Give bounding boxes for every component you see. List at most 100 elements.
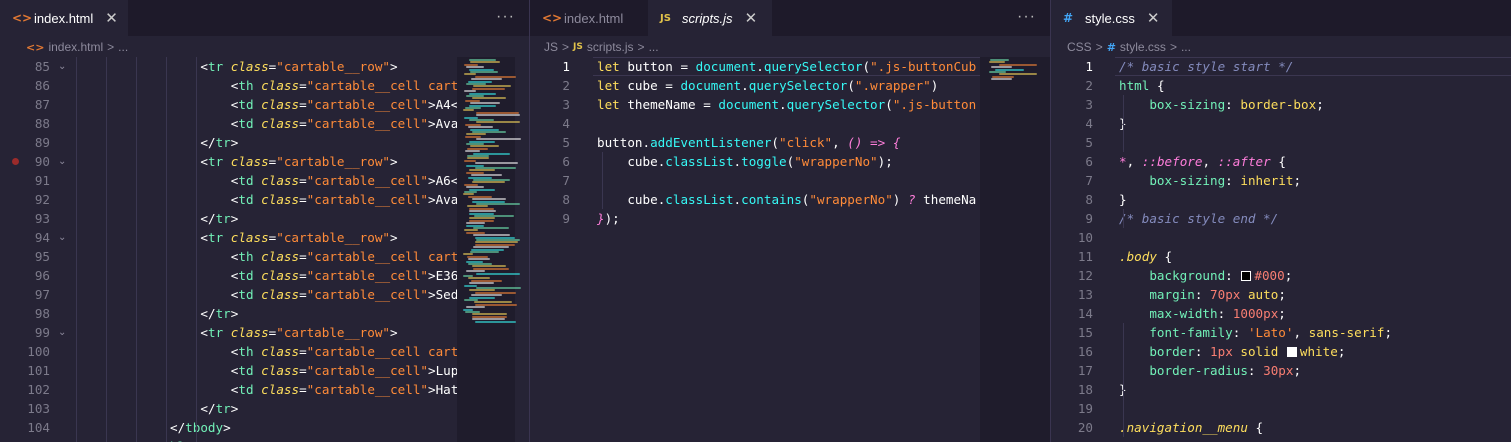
indent-guide (602, 152, 603, 209)
code-line[interactable]: 95 <th class="cartable__cell cart (0, 247, 529, 266)
code-line[interactable]: 7 box-sizing: inherit; (1051, 171, 1511, 190)
line-number: 8 (1085, 192, 1093, 207)
code-line[interactable]: 105 </table> (0, 437, 529, 442)
line-number: 101 (27, 363, 50, 378)
line-number: 9 (1085, 211, 1093, 226)
code-line[interactable]: 93 </tr> (0, 209, 529, 228)
code-line[interactable]: 100 <th class="cartable__cell cart (0, 342, 529, 361)
close-icon[interactable]: ✕ (745, 9, 758, 27)
minimap[interactable] (980, 57, 1050, 442)
code-line[interactable]: 1 /* basic style start */ (1051, 57, 1511, 76)
tab-index-html[interactable]: <> index.html (530, 0, 648, 36)
fold-chevron-icon[interactable]: ⌄ (58, 57, 68, 76)
line-number: 96 (34, 268, 50, 283)
code-line[interactable]: 20 .navigation__menu { (1051, 418, 1511, 437)
tab-label: index.html (564, 10, 624, 26)
code-line[interactable]: 87 <td class="cartable__cell">A4< (0, 95, 529, 114)
code-text: max-width: 1000px; (1149, 306, 1286, 321)
code-line[interactable]: 3 let themeName = document.querySelector(… (530, 95, 1050, 114)
code-line[interactable]: 101 <td class="cartable__cell">Lup (0, 361, 529, 380)
line-number: 97 (34, 287, 50, 302)
fold-chevron-icon[interactable]: ⌄ (58, 323, 68, 342)
line-number: 5 (562, 135, 570, 150)
code-line[interactable]: 90 ⌄ <tr class="cartable__row"> (0, 152, 529, 171)
code-line[interactable]: 1 let button = document.querySelector(".j… (530, 57, 1050, 76)
code-line[interactable]: 8 cube.classList.contains("wrapperNo") ?… (530, 190, 1050, 209)
code-line[interactable]: 9 /* basic style end */ (1051, 209, 1511, 228)
code-line[interactable]: 6 *, ::before, ::after { (1051, 152, 1511, 171)
breadcrumb-more[interactable]: ... (1181, 40, 1191, 54)
code-text: <td class="cartable__cell">A4< (230, 97, 459, 112)
js-icon: JS (660, 12, 671, 24)
code-line[interactable]: 17 border-radius: 30px; (1051, 361, 1511, 380)
code-line[interactable]: 19 (1051, 399, 1511, 418)
breadcrumb-separator: > (1095, 40, 1103, 54)
breadcrumb-more[interactable]: ... (649, 40, 659, 54)
minimap-line (472, 87, 505, 90)
line-number: 8 (562, 192, 570, 207)
line-number: 94 (34, 230, 50, 245)
tab-index-html[interactable]: <> index.html ✕ (0, 0, 128, 36)
tab-bar: # style.css ✕ (1051, 0, 1511, 36)
tab-scripts-js[interactable]: JS scripts.js ✕ (648, 0, 772, 36)
code-line[interactable]: 16 border: 1px solid white; (1051, 342, 1511, 361)
fold-chevron-icon[interactable]: ⌄ (58, 228, 68, 247)
breadcrumb-more[interactable]: ... (118, 40, 128, 54)
code-line[interactable]: 4 (530, 114, 1050, 133)
code-line[interactable]: 5 (1051, 133, 1511, 152)
line-number: 19 (1077, 401, 1093, 416)
code-line[interactable]: 102 <td class="cartable__cell">Hat (0, 380, 529, 399)
code-editor[interactable]: 85 ⌄ <tr class="cartable__row"> 86 <th class… (0, 57, 529, 442)
code-line[interactable]: 97 <td class="cartable__cell">Sed (0, 285, 529, 304)
code-line[interactable]: 88 <td class="cartable__cell">Ava (0, 114, 529, 133)
minimap[interactable] (457, 57, 521, 442)
code-line[interactable]: 104 </tbody> (0, 418, 529, 437)
code-line[interactable]: 96 <td class="cartable__cell">E36 (0, 266, 529, 285)
code-line[interactable]: 92 <td class="cartable__cell">Ava (0, 190, 529, 209)
code-editor[interactable]: 1 /* basic style start */ 2 html {3 box-siz… (1051, 57, 1511, 442)
line-number: 104 (27, 420, 50, 435)
code-line[interactable]: 89 </tr> (0, 133, 529, 152)
line-number: 87 (34, 97, 50, 112)
code-line[interactable]: 103 </tr> (0, 399, 529, 418)
code-line[interactable]: 10 (1051, 228, 1511, 247)
code-line[interactable]: 3 box-sizing: border-box; (1051, 95, 1511, 114)
tab-style-css[interactable]: # style.css ✕ (1051, 0, 1172, 36)
code-line[interactable]: 18} (1051, 380, 1511, 399)
close-icon[interactable]: ✕ (105, 9, 118, 27)
code-editor[interactable]: 1 let button = document.querySelector(".j… (530, 57, 1050, 442)
code-line[interactable]: 86 <th class="cartable__cell cart (0, 76, 529, 95)
code-line[interactable]: 5 button.addEventListener("click", () => … (530, 133, 1050, 152)
code-line[interactable]: 13 margin: 70px auto; (1051, 285, 1511, 304)
code-text: *, ::before, ::after { (1119, 154, 1286, 169)
code-line[interactable]: 4} (1051, 114, 1511, 133)
code-line[interactable]: 85 ⌄ <tr class="cartable__row"> (0, 57, 529, 76)
code-line[interactable]: 99 ⌄ <tr class="cartable__row"> (0, 323, 529, 342)
code-line[interactable]: 11 .body { (1051, 247, 1511, 266)
code-line[interactable]: 2 let cube = document.querySelector(".wra… (530, 76, 1050, 95)
code-line[interactable]: 2 html { (1051, 76, 1511, 95)
code-line[interactable]: 91 <td class="cartable__cell">A6< (0, 171, 529, 190)
code-line[interactable]: 12 background: #000; (1051, 266, 1511, 285)
minimap-line (463, 109, 474, 112)
breadcrumb-language[interactable]: CSS (1067, 40, 1092, 54)
code-line[interactable]: 15 font-family: 'Lato', sans-serif; (1051, 323, 1511, 342)
code-line[interactable]: 94 ⌄ <tr class="cartable__row"> (0, 228, 529, 247)
code-line[interactable]: 7 (530, 171, 1050, 190)
breadcrumb-language[interactable]: JS (544, 40, 558, 54)
breadcrumb-file[interactable]: index.html (48, 40, 103, 54)
more-actions-icon[interactable]: ··· (496, 8, 515, 26)
indent-guide (1123, 323, 1124, 437)
more-actions-icon[interactable]: ··· (1017, 8, 1036, 26)
code-line[interactable]: 9}); (530, 209, 1050, 228)
line-number: 15 (1077, 325, 1093, 340)
code-line[interactable]: 14 max-width: 1000px; (1051, 304, 1511, 323)
fold-chevron-icon[interactable]: ⌄ (58, 152, 68, 171)
breadcrumb-file[interactable]: style.css (1120, 40, 1166, 54)
breadcrumb-file[interactable]: scripts.js (587, 40, 634, 54)
code-line[interactable]: 98 </tr> (0, 304, 529, 323)
code-line[interactable]: 6 cube.classList.toggle("wrapperNo"); (530, 152, 1050, 171)
tab-label: scripts.js (682, 10, 733, 26)
close-icon[interactable]: ✕ (1147, 9, 1160, 27)
code-line[interactable]: 8} (1051, 190, 1511, 209)
